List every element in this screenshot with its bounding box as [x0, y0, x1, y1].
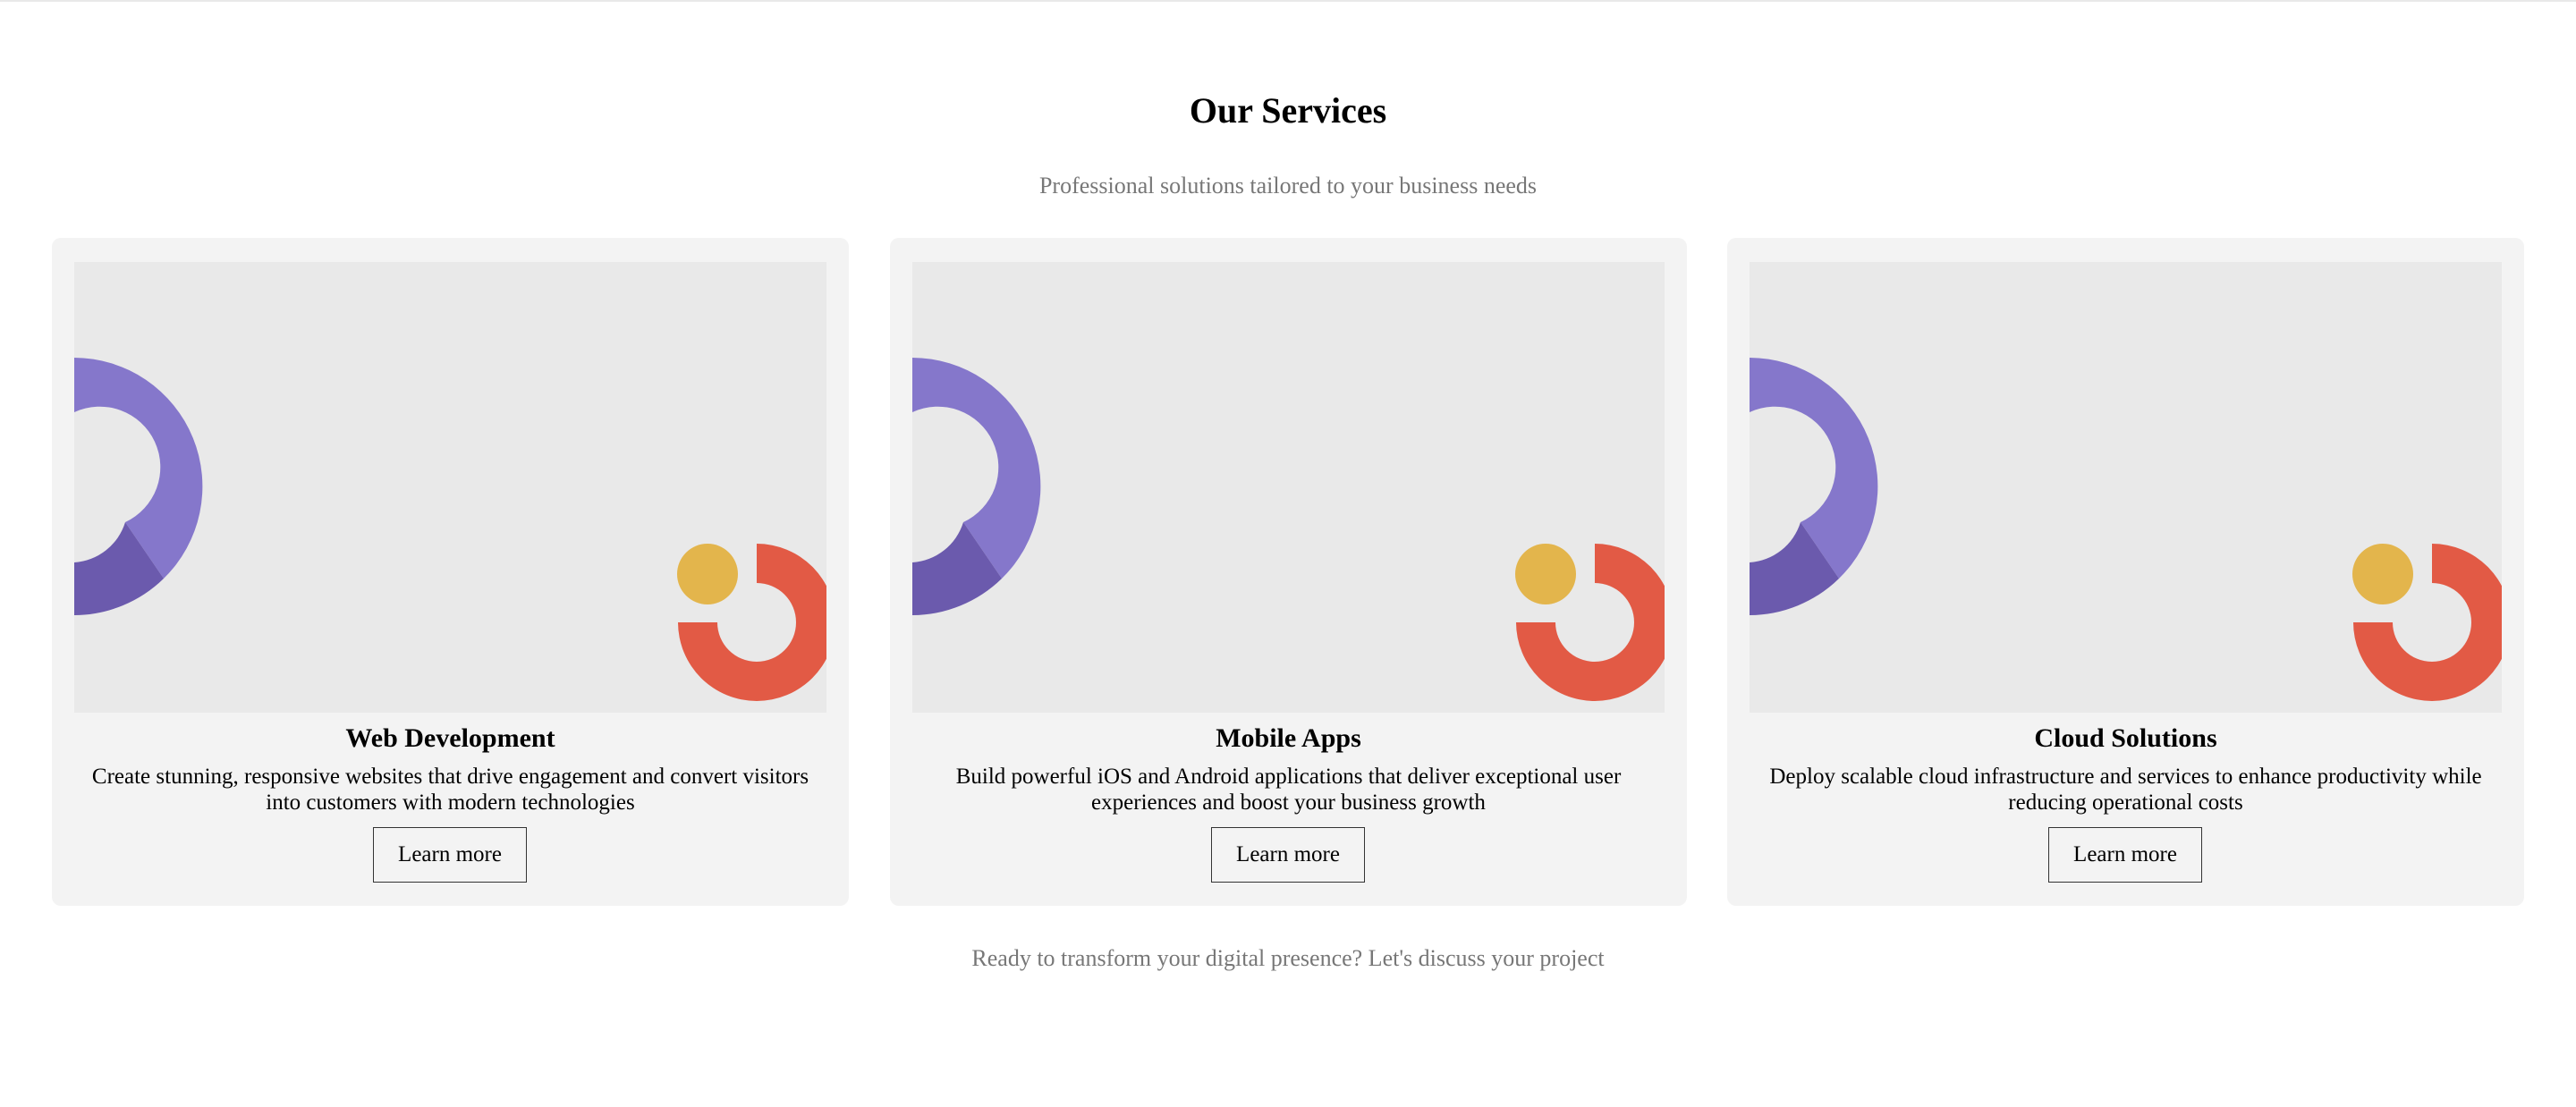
- service-card-web-development: Web Development Create stunning, respons…: [52, 238, 849, 906]
- yellow-dot: [2352, 544, 2413, 604]
- card-illustration: [74, 262, 826, 713]
- card-illustration: [912, 262, 1665, 713]
- card-title: Mobile Apps: [1216, 723, 1361, 753]
- services-section: Our Services Professional solutions tail…: [0, 0, 2576, 1107]
- card-title: Cloud Solutions: [2034, 723, 2217, 753]
- card-description: Create stunning, responsive websites tha…: [91, 765, 809, 815]
- learn-more-button[interactable]: Learn more: [2048, 827, 2202, 883]
- learn-more-button[interactable]: Learn more: [373, 827, 527, 883]
- yellow-dot: [677, 544, 738, 604]
- section-subtitle: Professional solutions tailored to your …: [1038, 173, 1538, 199]
- card-description: Deploy scalable cloud infrastructure and…: [1769, 765, 2482, 815]
- service-cards: Web Development Create stunning, respons…: [52, 238, 2524, 906]
- card-illustration: [1750, 262, 2502, 713]
- section-title: Our Services: [1189, 90, 1387, 131]
- card-description: Build powerful iOS and Android applicati…: [955, 765, 1622, 815]
- cta-text: Ready to transform your digital presence…: [971, 945, 1605, 971]
- card-title: Web Development: [345, 723, 555, 753]
- service-card-mobile-apps: Mobile Apps Build powerful iOS and Andro…: [890, 238, 1687, 906]
- abstract-shapes-icon: [74, 358, 826, 701]
- yellow-dot: [1515, 544, 1576, 604]
- learn-more-button[interactable]: Learn more: [1211, 827, 1365, 883]
- service-card-cloud-solutions: Cloud Solutions Deploy scalable cloud in…: [1727, 238, 2524, 906]
- abstract-shapes-icon: [912, 358, 1665, 701]
- abstract-shapes-icon: [1750, 358, 2502, 701]
